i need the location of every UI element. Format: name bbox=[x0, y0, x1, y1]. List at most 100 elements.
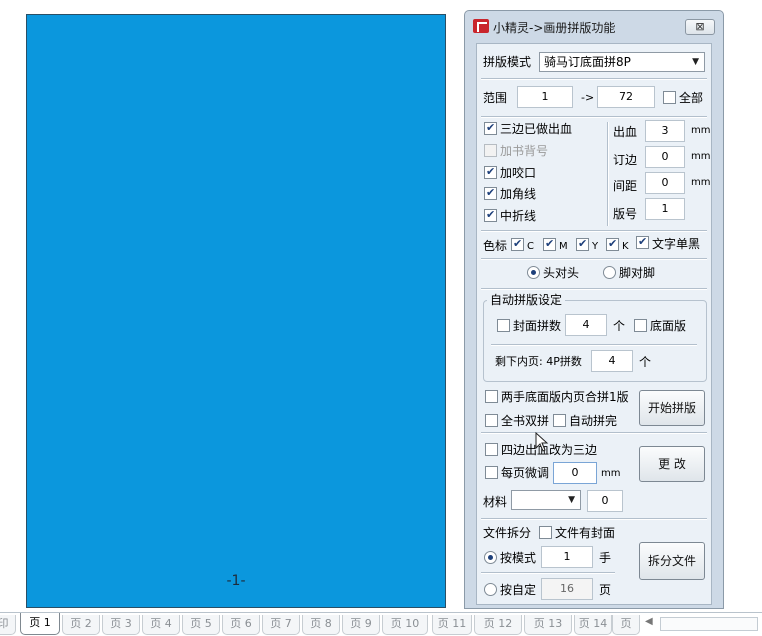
add-spine-no-label: 加书背号 bbox=[500, 144, 549, 158]
fine-tune-input[interactable]: 0 bbox=[553, 462, 597, 484]
cover-count-unit: 个 bbox=[613, 319, 626, 333]
binding-label: 订边 bbox=[613, 153, 638, 167]
mouse-cursor-icon bbox=[535, 432, 549, 452]
auto-imposition-title: 自动拼版设定 bbox=[487, 293, 566, 307]
page-tab[interactable]: 页 4 bbox=[142, 615, 180, 635]
add-spine-no-checkbox[interactable] bbox=[484, 144, 497, 157]
foot-to-foot-radio[interactable] bbox=[603, 266, 616, 279]
two-hand-merge-checkbox[interactable] bbox=[485, 390, 498, 403]
panel-titlebar[interactable]: 小精灵->画册拼版功能 ⊠ bbox=[465, 11, 723, 39]
page-tab[interactable]: 页 12 bbox=[474, 615, 522, 635]
color-y-label: Y bbox=[592, 241, 599, 252]
split-file-button[interactable]: 拆分文件 bbox=[639, 542, 705, 580]
plate-label: 版号 bbox=[613, 207, 638, 221]
divider bbox=[481, 518, 707, 520]
fine-tune-label: 每页微调 bbox=[501, 466, 550, 480]
page-tab[interactable]: 页 6 bbox=[222, 615, 260, 635]
head-to-head-radio[interactable] bbox=[527, 266, 540, 279]
page-tab[interactable]: 页 5 bbox=[182, 615, 220, 635]
add-corner-label: 加角线 bbox=[500, 187, 537, 201]
color-y-checkbox[interactable] bbox=[576, 237, 589, 251]
divider bbox=[481, 78, 707, 80]
imposition-mode-value: 骑马订底面拼8P bbox=[544, 55, 631, 69]
has-cover-label: 文件有封面 bbox=[555, 526, 616, 540]
document-page: -1- bbox=[26, 14, 446, 608]
page-tab[interactable]: 页 10 bbox=[382, 615, 428, 635]
page-tab[interactable]: 页 bbox=[612, 615, 640, 635]
color-m-checkbox[interactable] bbox=[543, 237, 556, 251]
by-custom-input[interactable]: 16 bbox=[541, 578, 593, 600]
imposition-mode-select[interactable]: 骑马订底面拼8P ▼ bbox=[539, 52, 705, 72]
cover-count-input[interactable]: 4 bbox=[565, 314, 607, 336]
spacing-input[interactable]: 0 bbox=[645, 172, 685, 194]
has-cover-checkbox[interactable] bbox=[539, 526, 552, 539]
page-tab-bar: 印 页 1页 2页 3页 4页 5页 6页 7页 8页 9页 10 页 11 页 1… bbox=[0, 612, 762, 636]
bleed-done-checkbox[interactable] bbox=[484, 121, 497, 135]
app-logo-icon bbox=[473, 19, 489, 33]
color-m-label: M bbox=[559, 241, 568, 252]
material-select[interactable]: ▼ bbox=[511, 490, 581, 510]
page-tab[interactable]: 页 2 bbox=[62, 615, 100, 635]
range-arrow: -> bbox=[581, 91, 595, 104]
page-tab[interactable]: 页 8 bbox=[302, 615, 340, 635]
add-bite-checkbox[interactable] bbox=[484, 165, 497, 179]
imposition-panel: 小精灵->画册拼版功能 ⊠ 拼版模式 骑马订底面拼8P ▼ 范围 1 -> 72… bbox=[464, 10, 724, 609]
by-mode-input[interactable]: 1 bbox=[541, 546, 593, 568]
auto-finish-checkbox[interactable] bbox=[553, 414, 566, 427]
dropdown-arrow-icon: ▼ bbox=[692, 57, 699, 67]
page-tab[interactable]: 页 14 bbox=[574, 615, 612, 635]
binding-unit: mm bbox=[691, 151, 711, 162]
four-to-three-label: 四边出血改为三边 bbox=[501, 443, 598, 457]
center-fold-checkbox[interactable] bbox=[484, 208, 497, 222]
change-button[interactable]: 更 改 bbox=[639, 446, 705, 482]
full-double-checkbox[interactable] bbox=[485, 414, 498, 427]
color-c-checkbox[interactable] bbox=[511, 237, 524, 251]
range-all-checkbox[interactable] bbox=[663, 91, 676, 104]
page-tab[interactable]: 印 bbox=[0, 615, 16, 635]
material-label: 材料 bbox=[483, 495, 508, 509]
page-tab[interactable]: 页 9 bbox=[342, 615, 380, 635]
file-split-label: 文件拆分 bbox=[483, 526, 532, 540]
imposition-mode-label: 拼版模式 bbox=[483, 55, 532, 69]
page-tab[interactable]: 页 7 bbox=[262, 615, 300, 635]
page-tab[interactable]: 页 3 bbox=[102, 615, 140, 635]
divider bbox=[481, 258, 707, 260]
color-marks-label: 色标 bbox=[483, 239, 508, 253]
text-black-checkbox[interactable] bbox=[636, 235, 649, 249]
start-imposition-button[interactable]: 开始拼版 bbox=[639, 390, 705, 426]
bleed-label: 出血 bbox=[613, 125, 638, 139]
remaining-unit: 个 bbox=[639, 355, 652, 369]
binding-input[interactable]: 0 bbox=[645, 146, 685, 168]
bleed-unit: mm bbox=[691, 125, 711, 136]
page-tab[interactable]: 页 11 bbox=[432, 615, 472, 635]
by-mode-radio[interactable] bbox=[484, 551, 497, 564]
by-mode-unit: 手 bbox=[599, 551, 612, 565]
remaining-input[interactable]: 4 bbox=[591, 350, 633, 372]
range-from-input[interactable]: 1 bbox=[517, 86, 573, 108]
add-corner-checkbox[interactable] bbox=[484, 186, 497, 200]
fine-tune-unit: mm bbox=[601, 468, 621, 479]
range-to-input[interactable]: 72 bbox=[597, 86, 655, 108]
cover-count-checkbox[interactable] bbox=[497, 319, 510, 332]
text-black-label: 文字单黑 bbox=[652, 237, 701, 251]
scroll-left-icon[interactable]: ◀ bbox=[645, 616, 653, 627]
color-k-checkbox[interactable] bbox=[606, 237, 619, 251]
panel-title: 小精灵->画册拼版功能 bbox=[493, 21, 616, 35]
cover-count-label: 封面拼数 bbox=[513, 319, 562, 333]
divider bbox=[481, 288, 707, 290]
fine-tune-checkbox[interactable] bbox=[485, 466, 498, 479]
color-c-label: C bbox=[527, 241, 534, 252]
four-to-three-checkbox[interactable] bbox=[485, 443, 498, 456]
tab-scrollbar[interactable] bbox=[660, 617, 758, 631]
spacing-label: 间距 bbox=[613, 179, 638, 193]
bottom-plate-checkbox[interactable] bbox=[634, 319, 647, 332]
bleed-input[interactable]: 3 bbox=[645, 120, 685, 142]
material-number-input[interactable]: 0 bbox=[587, 490, 623, 512]
remaining-label: 剩下内页: 4P拼数 bbox=[495, 355, 582, 368]
close-button[interactable]: ⊠ bbox=[685, 19, 715, 35]
page-tab[interactable]: 页 13 bbox=[524, 615, 572, 635]
page-tab[interactable]: 页 1 bbox=[20, 613, 60, 635]
plate-input[interactable]: 1 bbox=[645, 198, 685, 220]
by-custom-radio[interactable] bbox=[484, 583, 497, 596]
dropdown-arrow-icon: ▼ bbox=[568, 495, 575, 505]
